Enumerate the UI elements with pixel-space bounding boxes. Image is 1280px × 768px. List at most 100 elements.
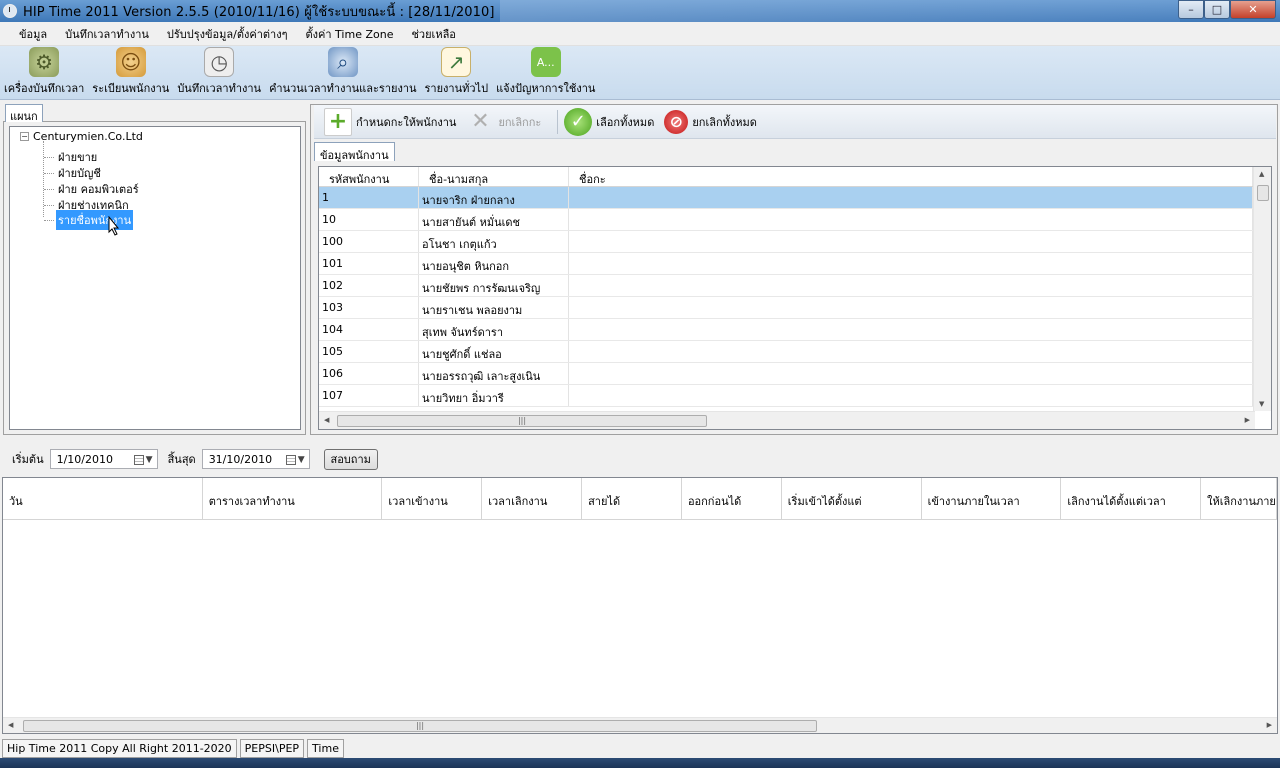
- scroll-left-icon[interactable]: ◀: [8, 721, 13, 729]
- employee-id-cell: 1: [319, 187, 419, 208]
- cross-icon: ✕: [471, 109, 490, 134]
- employee-id-cell: 107: [319, 385, 419, 406]
- select-all-button[interactable]: ✓ เลือกทั้งหมด: [564, 107, 655, 136]
- table-row[interactable]: 1 นายจาริก ฝ่ายกลาง: [319, 187, 1271, 209]
- menu-record-time[interactable]: บันทึกเวลาทำงาน: [56, 25, 158, 43]
- maximize-button[interactable]: □: [1204, 0, 1230, 19]
- report-problem-button[interactable]: A... แจ้งปัญหาการใช้งาน: [492, 46, 599, 100]
- table-row[interactable]: 106 นายอรรถวุฒิ เลาะสูงเนิน: [319, 363, 1271, 385]
- table-row[interactable]: 105 นายชูศักดิ์ แช่ลอ: [319, 341, 1271, 363]
- time-column-header[interactable]: เริ่มเข้าได้ตั้งแต่: [782, 478, 922, 519]
- time-column-header[interactable]: ออกก่อนได้: [682, 478, 782, 519]
- table-row[interactable]: 10 นายสายันต์ หมั่นเดช: [319, 209, 1271, 231]
- table-row[interactable]: 103 นายราเชน พลอยงาม: [319, 297, 1271, 319]
- collapse-icon[interactable]: −: [20, 132, 29, 141]
- employee-name-cell: นายจาริก ฝ่ายกลาง: [419, 187, 569, 208]
- employee-register-button[interactable]: ☺ ระเบียนพนักงาน: [88, 46, 173, 100]
- shift-name-cell: [569, 297, 1253, 318]
- action-bar: + กำหนดกะให้พนักงาน ✕ ยกเลิกกะ ✓ เลือกทั…: [314, 105, 1276, 139]
- minimize-button[interactable]: –: [1178, 0, 1204, 19]
- chart-report-icon: ↗: [441, 47, 472, 77]
- time-column-header[interactable]: ตารางเวลาทำงาน: [203, 478, 383, 519]
- deselect-all-button[interactable]: ⊘ ยกเลิกทั้งหมด: [664, 109, 757, 134]
- status-time: Time: [307, 738, 344, 758]
- employee-grid-body: 1 นายจาริก ฝ่ายกลาง 10 นายสายันต์ หมั่นเดช 1…: [319, 187, 1271, 407]
- calendar-dropdown-icon[interactable]: ▼: [285, 453, 306, 466]
- time-column-header[interactable]: วัน: [3, 478, 203, 519]
- column-employee-name[interactable]: ชื่อ-นามสกุล: [419, 167, 569, 186]
- employee-grid[interactable]: รหัสพนักงาน ชื่อ-นามสกุล ชื่อกะ 1 นายจาริ…: [318, 166, 1272, 430]
- table-row[interactable]: 102 นายชัยพร การรัฒนเจริญ: [319, 275, 1271, 297]
- cancel-shift-button[interactable]: ✕ ยกเลิกกะ: [466, 108, 541, 136]
- general-report-label: รายงานทั่วไป: [424, 82, 489, 95]
- cancel-shift-label: ยกเลิกกะ: [498, 115, 542, 129]
- horizontal-scrollbar[interactable]: ◀ ||| ▶: [3, 717, 1277, 733]
- tab-employee-info[interactable]: ข้อมูลพนักงาน: [314, 142, 395, 162]
- menu-help[interactable]: ช่วยเหลือ: [402, 25, 464, 43]
- select-all-label: เลือกทั้งหมด: [596, 115, 655, 129]
- menu-settings[interactable]: ปรับปรุงข้อมูล/ตั้งค่าต่างๆ: [158, 25, 297, 43]
- menu-data[interactable]: ข้อมูล: [10, 25, 56, 43]
- tab-department[interactable]: แผนก: [5, 104, 43, 123]
- column-employee-id[interactable]: รหัสพนักงาน: [319, 167, 419, 186]
- window-controls: – □ ✕: [1178, 0, 1276, 19]
- time-recorder-label: เครื่องบันทึกเวลา: [4, 82, 85, 95]
- start-date-picker[interactable]: 1/10/2010 ▼: [49, 449, 158, 469]
- scroll-thumb[interactable]: |||: [337, 415, 707, 427]
- calculate-report-button[interactable]: ⌕ คำนวนเวลาทำงานและรายงาน: [265, 46, 420, 100]
- record-worktime-button[interactable]: ◷ บันทึกเวลาทำงาน: [173, 46, 265, 100]
- general-report-button[interactable]: ↗ รายงานทั่วไป: [421, 46, 493, 100]
- time-column-header[interactable]: เข้างานภายในเวลา: [922, 478, 1062, 519]
- time-grid-header: วัน ตารางเวลาทำงาน เวลาเข้างาน เวลาเลิกงานส…: [3, 478, 1277, 520]
- scroll-up-icon[interactable]: ▲: [1259, 170, 1264, 178]
- date-filter: เริ่มต้น 1/10/2010 ▼ สิ้นสุด 31/10/2010 …: [0, 444, 1280, 474]
- time-column-header[interactable]: เลิกงานได้ตั้งแต่เวลา: [1061, 478, 1202, 519]
- status-bar: Hip Time 2011 Copy All Right 2011-2020 P…: [0, 738, 1280, 758]
- scroll-left-icon[interactable]: ◀: [324, 416, 329, 424]
- employee-name-cell: นายวิทยา อิ่มวารี: [419, 385, 569, 406]
- time-column-header[interactable]: เวลาเลิกงาน: [482, 478, 583, 519]
- time-grid[interactable]: วัน ตารางเวลาทำงาน เวลาเข้างาน เวลาเลิกงานส…: [2, 477, 1278, 734]
- employee-name-cell: นายสายันต์ หมั่นเดช: [419, 209, 569, 230]
- department-tree[interactable]: − Centurymien.Co.Ltd ฝ่ายขาย ฝ่ายบัญชี ฝ…: [9, 126, 301, 430]
- employee-name-cell: นายอรรถวุฒิ เลาะสูงเนิน: [419, 363, 569, 384]
- menu-timezone[interactable]: ตั้งค่า Time Zone: [297, 25, 403, 43]
- scroll-right-icon[interactable]: ▶: [1267, 721, 1272, 729]
- query-button[interactable]: สอบถาม: [323, 448, 378, 470]
- time-recorder-button[interactable]: ⚙ เครื่องบันทึกเวลา: [0, 46, 88, 100]
- scroll-down-icon[interactable]: ▼: [1259, 400, 1264, 408]
- table-row[interactable]: 107 นายวิทยา อิ่มวารี: [319, 385, 1271, 407]
- table-row[interactable]: 101 นายอนุชิต หินกอก: [319, 253, 1271, 275]
- assign-shift-button[interactable]: + กำหนดกะให้พนักงาน: [324, 107, 456, 136]
- table-row[interactable]: 100 อโนชา เกตุแก้ว: [319, 231, 1271, 253]
- start-date-label: เริ่มต้น: [12, 453, 44, 466]
- status-user: PEPSI\PEP: [239, 738, 305, 758]
- menu-bar: ข้อมูล บันทึกเวลาทำงาน ปรับปรุงข้อมูล/ตั…: [0, 22, 1280, 46]
- calendar-dropdown-icon[interactable]: ▼: [133, 453, 154, 466]
- shift-name-cell: [569, 319, 1253, 340]
- tree-connector: [44, 204, 54, 206]
- employee-name-cell: สุเทพ จันทร์ดารา: [419, 319, 569, 340]
- vertical-scrollbar[interactable]: ▲ ▼: [1253, 167, 1271, 411]
- scroll-right-icon[interactable]: ▶: [1245, 416, 1250, 424]
- shift-name-cell: [569, 363, 1253, 384]
- tree-root[interactable]: − Centurymien.Co.Ltd: [20, 130, 143, 143]
- scroll-thumb[interactable]: |||: [23, 720, 817, 732]
- deselect-all-label: ยกเลิกทั้งหมด: [692, 115, 757, 129]
- time-column-header[interactable]: ให้เลิกงานภาย: [1201, 478, 1277, 519]
- employee-grid-header: รหัสพนักงาน ชื่อ-นามสกุล ชื่อกะ: [319, 167, 1271, 187]
- time-column-header[interactable]: เวลาเข้างาน: [382, 478, 483, 519]
- scroll-thumb[interactable]: [1257, 185, 1269, 201]
- prohibit-icon: ⊘: [664, 109, 689, 134]
- end-date-picker[interactable]: 31/10/2010 ▼: [201, 449, 310, 469]
- shift-name-cell: [569, 275, 1253, 296]
- column-shift-name[interactable]: ชื่อกะ: [569, 167, 1253, 186]
- time-column-header[interactable]: สายได้: [582, 478, 682, 519]
- close-button[interactable]: ✕: [1230, 0, 1276, 19]
- tree-connector: [44, 219, 54, 221]
- mouse-cursor-icon: [108, 216, 120, 236]
- tree-connector: [44, 172, 54, 174]
- table-row[interactable]: 104 สุเทพ จันทร์ดารา: [319, 319, 1271, 341]
- horizontal-scrollbar[interactable]: ◀ ||| ▶: [319, 411, 1255, 429]
- end-date-value: 31/10/2010: [208, 452, 273, 466]
